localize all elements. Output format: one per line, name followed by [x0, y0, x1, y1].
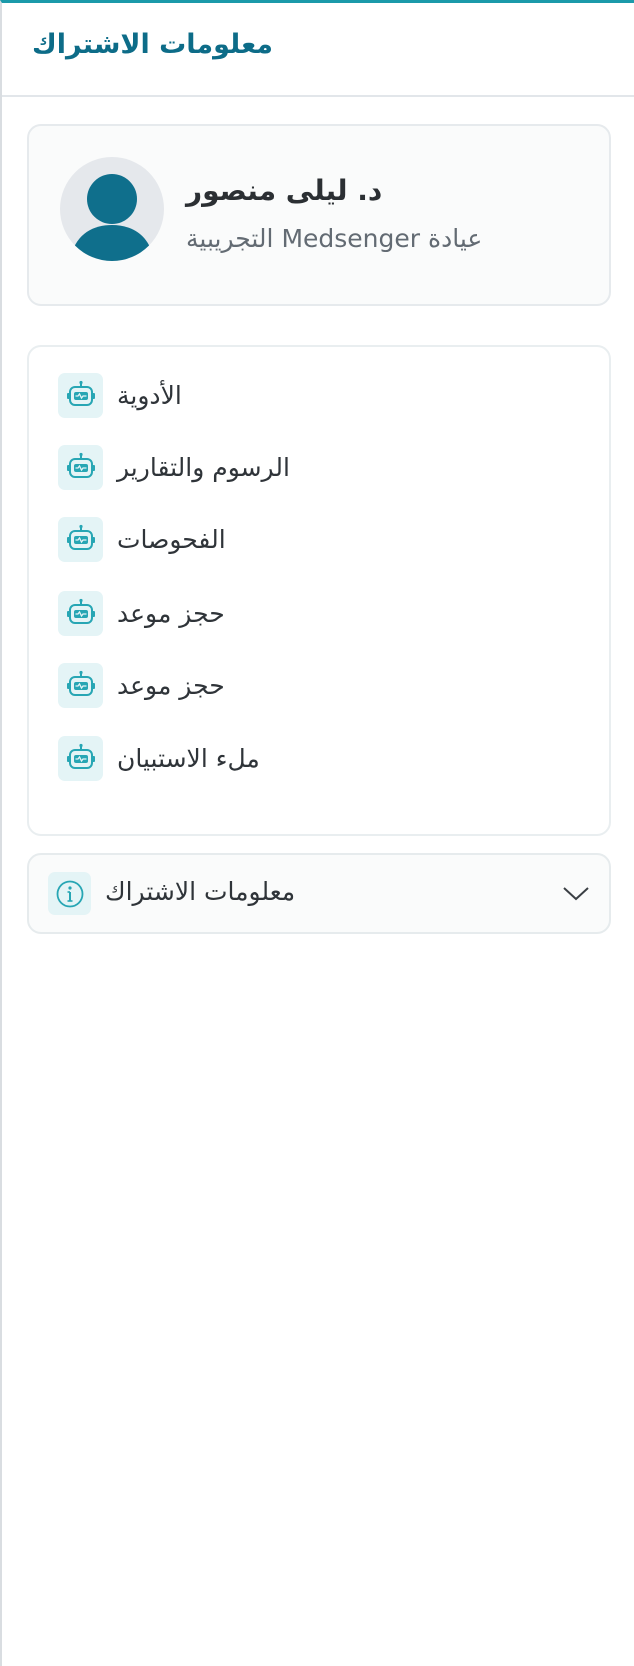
- subscription-info-toggle[interactable]: معلومات الاشتراك: [27, 853, 611, 934]
- doctor-name: د. ليلى منصور: [186, 174, 383, 207]
- robot-icon: [58, 662, 103, 708]
- menu-item-label: الفحوصات: [117, 524, 226, 554]
- subscription-info-label: معلومات الاشتراك: [105, 877, 296, 906]
- menu-item-label: حجز موعد: [117, 598, 225, 628]
- menu-item-book-appointment-2[interactable]: حجز موعد: [58, 662, 578, 708]
- chevron-down-icon: [563, 887, 589, 901]
- info-icon: [48, 872, 91, 915]
- menu-item-label: الرسوم والتقارير: [117, 452, 290, 482]
- robot-icon: [58, 735, 103, 781]
- menu-item-fill-questionnaire[interactable]: ملء الاستبيان: [58, 735, 578, 781]
- user-avatar-icon: [60, 157, 164, 261]
- menu-item-book-appointment[interactable]: حجز موعد: [58, 590, 578, 636]
- menu-item-charts-reports[interactable]: الرسوم والتقارير: [58, 444, 578, 490]
- menu-item-label: الأدوية: [117, 380, 182, 410]
- subscription-info-page: معلومات الاشتراك د. ليلى منصور عيادة Med…: [0, 0, 634, 1666]
- robot-icon: [58, 372, 103, 418]
- page-title: معلومات الاشتراك: [32, 29, 274, 60]
- robot-icon: [58, 590, 103, 636]
- menu-item-label: حجز موعد: [117, 670, 225, 700]
- robot-icon: [58, 516, 103, 562]
- page-header: معلومات الاشتراك: [2, 3, 634, 97]
- menu-item-label: ملء الاستبيان: [117, 743, 260, 773]
- doctor-profile-card: د. ليلى منصور عيادة Medsenger التجريبية: [27, 124, 611, 306]
- menu-item-tests[interactable]: الفحوصات: [58, 516, 578, 562]
- robot-icon: [58, 444, 103, 490]
- services-menu: الأدوية الرسوم والتقارير الفحوصات حجز مو…: [27, 345, 611, 836]
- clinic-name: عيادة Medsenger التجريبية: [186, 224, 483, 253]
- menu-item-medications[interactable]: الأدوية: [58, 372, 578, 418]
